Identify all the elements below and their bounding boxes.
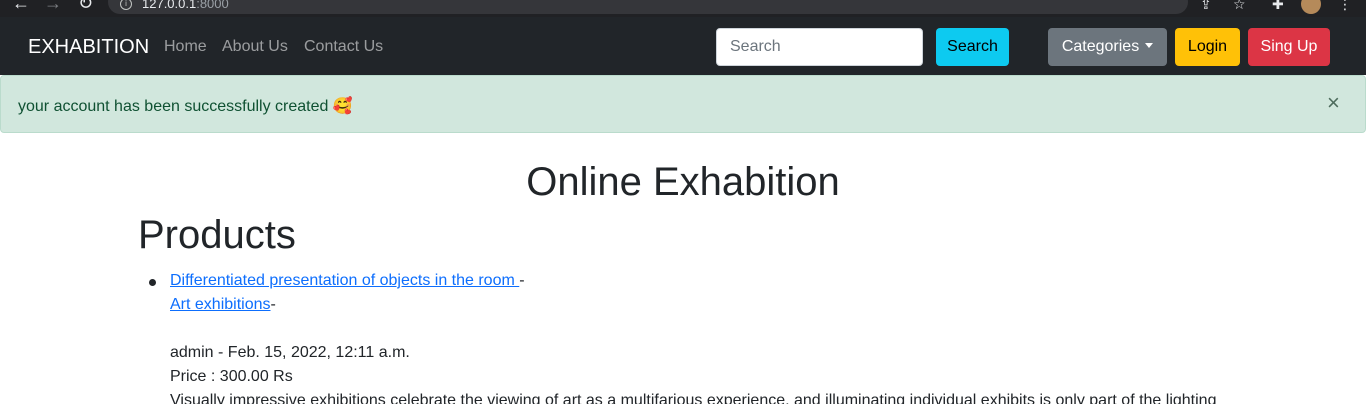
browser-menu-icon[interactable]: ⋮	[1338, 0, 1352, 13]
categories-label: Categories	[1061, 38, 1140, 55]
caret-down-icon	[1145, 43, 1154, 48]
nav-link-home[interactable]: Home	[164, 38, 207, 56]
bookmark-star-icon[interactable]: ☆	[1233, 0, 1246, 13]
product-category-line: Art exhibitions-	[170, 296, 276, 314]
address-bar[interactable]: i 127.0.0.1:8000	[108, 0, 1188, 14]
nav-link-contact[interactable]: Contact Us	[304, 38, 383, 56]
login-button[interactable]: Login	[1175, 28, 1240, 66]
categories-dropdown-button[interactable]: Categories	[1048, 28, 1167, 66]
product-title-line: Differentiated presentation of objects i…	[170, 272, 525, 290]
search-button[interactable]: Search	[936, 28, 1009, 66]
forward-arrow-icon[interactable]: →	[44, 0, 62, 12]
product-category-suffix: -	[270, 296, 276, 313]
page-title: Online Exhabition	[526, 160, 840, 204]
site-info-icon[interactable]: i	[120, 0, 132, 10]
product-meta: admin - Feb. 15, 2022, 12:11 a.m.	[170, 344, 410, 361]
product-category-link[interactable]: Art exhibitions	[170, 296, 271, 313]
back-arrow-icon[interactable]: ←	[12, 0, 30, 12]
browser-toolbar: ← → ↻ i 127.0.0.1:8000 ⇪ ☆ ✚ ⋮	[0, 0, 1366, 17]
nav-link-about[interactable]: About Us	[222, 38, 288, 56]
products-heading: Products	[138, 213, 296, 257]
product-description: Visually impressive exhibitions celebrat…	[170, 392, 1217, 404]
close-icon[interactable]: ×	[1327, 92, 1340, 114]
product-title-suffix: -	[519, 272, 525, 289]
site-navbar: EXHABITION Home About Us Contact Us Sear…	[0, 17, 1366, 75]
product-price: Price : 300.00 Rs	[170, 368, 293, 385]
extensions-puzzle-icon[interactable]: ✚	[1272, 0, 1284, 13]
signup-button[interactable]: Sing Up	[1248, 28, 1330, 66]
search-input[interactable]	[716, 28, 923, 66]
url-text: 127.0.0.1:8000	[142, 0, 229, 11]
alert-message: your account has been successfully creat…	[18, 98, 353, 115]
product-title-link[interactable]: Differentiated presentation of objects i…	[170, 272, 519, 289]
list-bullet	[149, 279, 156, 286]
reload-icon[interactable]: ↻	[78, 0, 93, 12]
success-alert: your account has been successfully creat…	[0, 75, 1366, 133]
brand-logo-link[interactable]: EXHABITION	[28, 36, 149, 59]
share-icon[interactable]: ⇪	[1200, 0, 1212, 13]
profile-avatar[interactable]	[1301, 0, 1321, 14]
